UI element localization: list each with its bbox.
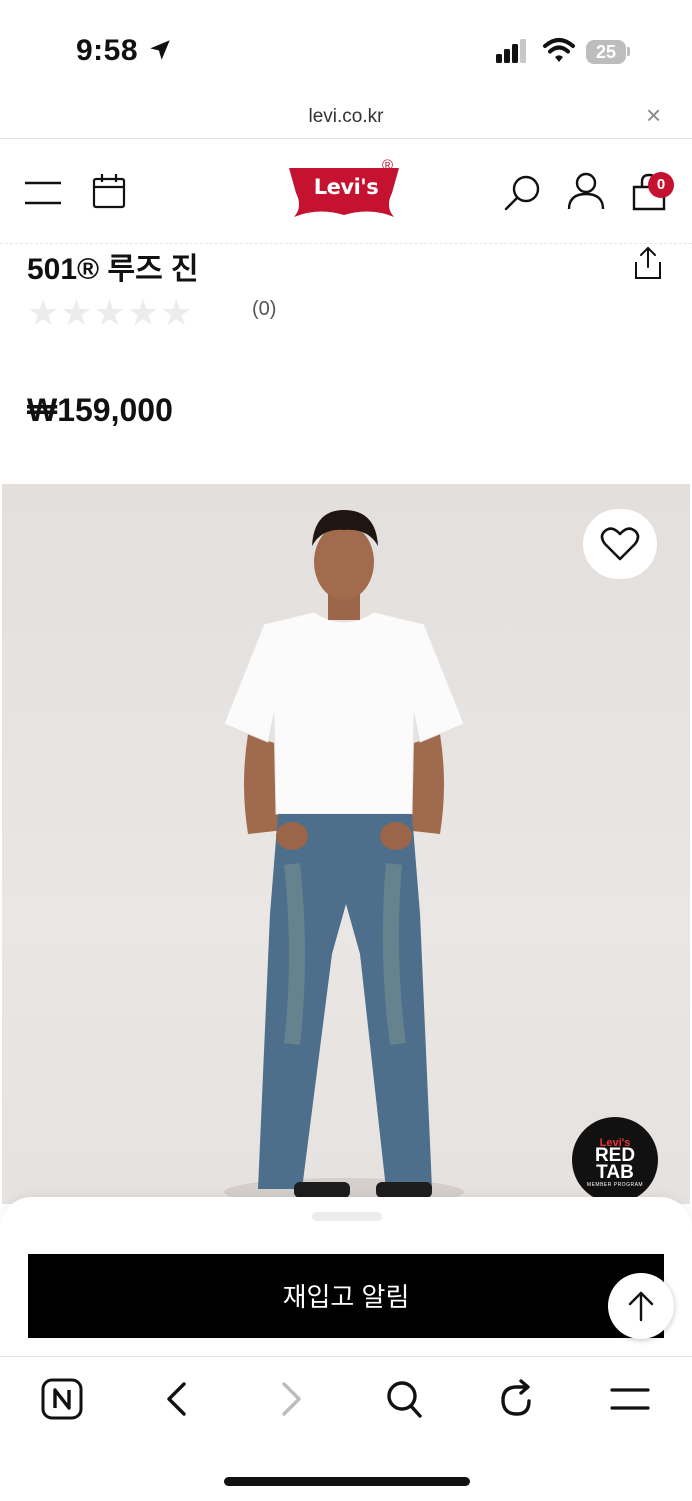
wishlist-button[interactable] bbox=[583, 509, 657, 579]
restock-notify-button[interactable]: 재입고 알림 bbox=[28, 1254, 664, 1338]
battery-cap bbox=[627, 47, 630, 56]
logo-registered-mark: ® bbox=[382, 157, 394, 174]
browser-search-icon[interactable] bbox=[385, 1379, 423, 1419]
product-image[interactable] bbox=[2, 484, 690, 1204]
site-header: Levi's ® bbox=[0, 139, 692, 244]
location-arrow-icon bbox=[150, 40, 170, 60]
rating-stars: ★★★★★ bbox=[27, 292, 194, 333]
heart-icon bbox=[600, 527, 640, 561]
n-icon[interactable] bbox=[41, 1378, 83, 1420]
url-text[interactable]: levi.co.kr bbox=[0, 106, 692, 128]
status-icons: 25 bbox=[494, 34, 654, 68]
reload-icon[interactable] bbox=[498, 1379, 536, 1419]
back-icon[interactable] bbox=[164, 1381, 188, 1417]
menu-icon[interactable] bbox=[24, 179, 62, 207]
red-tab-title: RED TAB bbox=[594, 1145, 636, 1183]
home-indicator[interactable] bbox=[224, 1477, 470, 1486]
wifi-icon bbox=[543, 38, 575, 62]
red-tab-badge[interactable]: Levi's RED TAB MEMBER PROGRAM bbox=[572, 1117, 658, 1203]
product-price: ₩159,000 bbox=[27, 392, 173, 428]
browser-menu-icon[interactable] bbox=[610, 1387, 650, 1411]
review-count[interactable]: (0) bbox=[252, 298, 276, 321]
battery-indicator: 25 bbox=[586, 40, 626, 64]
levis-logo[interactable]: Levi's ® bbox=[286, 157, 406, 219]
share-icon[interactable] bbox=[634, 246, 662, 280]
logo-text: Levi's bbox=[313, 175, 379, 199]
model-photo bbox=[223, 510, 465, 1204]
url-bar[interactable]: levi.co.kr × bbox=[0, 96, 692, 139]
user-icon[interactable] bbox=[567, 172, 605, 210]
calendar-icon[interactable] bbox=[92, 173, 126, 209]
cart-count-badge[interactable]: 0 bbox=[648, 172, 674, 198]
signal-icon bbox=[496, 39, 526, 63]
close-icon[interactable]: × bbox=[646, 102, 661, 128]
status-time: 9:58 bbox=[76, 34, 173, 68]
search-icon[interactable] bbox=[504, 173, 542, 211]
red-tab-subtitle: MEMBER PROGRAM bbox=[586, 1182, 644, 1188]
scroll-top-button[interactable] bbox=[608, 1273, 674, 1339]
arrow-up-icon bbox=[628, 1291, 654, 1322]
sheet-drag-handle[interactable] bbox=[312, 1212, 382, 1221]
forward-icon[interactable] bbox=[280, 1381, 304, 1417]
product-title: 501® 루즈 진 bbox=[27, 253, 199, 286]
